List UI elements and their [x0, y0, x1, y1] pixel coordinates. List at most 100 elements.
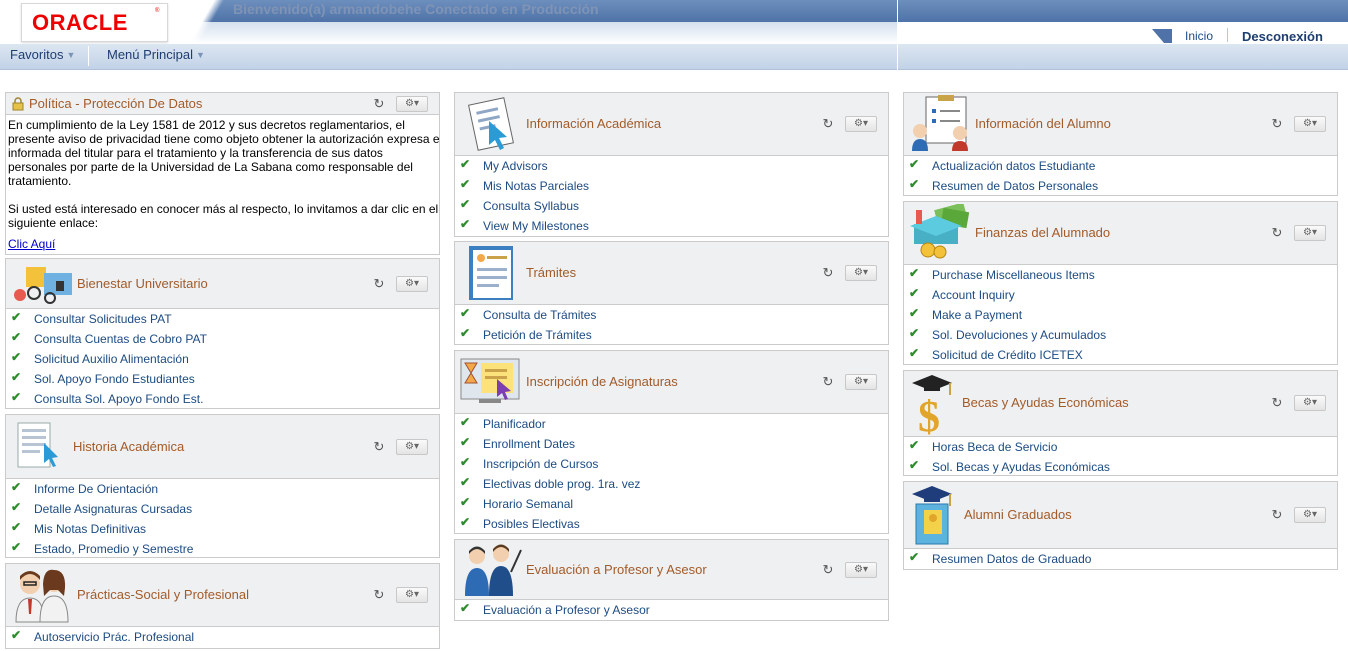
list-item: ✔ My Advisors	[455, 156, 888, 176]
registered-mark-icon: ®	[155, 8, 160, 14]
list-item: ✔ Actualización datos Estudiante	[904, 156, 1337, 176]
link-notas-parciales[interactable]: Mis Notas Parciales	[483, 179, 589, 193]
link-estado-promedio[interactable]: Estado, Promedio y Semestre	[34, 542, 193, 556]
link-horario-semanal[interactable]: Horario Semanal	[483, 497, 573, 511]
check-icon: ✔	[909, 306, 920, 320]
check-icon: ✔	[460, 177, 471, 191]
link-actualizacion-datos[interactable]: Actualización datos Estudiante	[932, 159, 1095, 173]
check-icon: ✔	[909, 438, 920, 452]
pagelet-title: Información del Alumno	[975, 116, 1111, 131]
policy-paragraph-2: Si usted está interesado en conocer más …	[8, 202, 439, 230]
pagelet-title: Historia Académica	[73, 439, 185, 454]
options-gear-button[interactable]: ⚙▾	[845, 265, 877, 281]
favorites-menu[interactable]: Favoritos ▼	[10, 47, 75, 62]
check-icon: ✔	[460, 601, 471, 615]
home-link[interactable]: Inicio	[1185, 29, 1213, 43]
refresh-icon[interactable]: ↻	[821, 563, 835, 577]
alumni-icon	[912, 486, 952, 545]
options-gear-button[interactable]: ⚙▾	[396, 96, 428, 112]
options-gear-button[interactable]: ⚙▾	[845, 116, 877, 132]
link-credito-icetex[interactable]: Solicitud de Crédito ICETEX	[932, 348, 1083, 362]
refresh-icon[interactable]: ↻	[821, 375, 835, 389]
refresh-icon[interactable]: ↻	[821, 117, 835, 131]
list-item: ✔ Inscripción de Cursos	[455, 454, 888, 474]
link-apoyo-fondo[interactable]: Sol. Apoyo Fondo Estudiantes	[34, 372, 195, 386]
list-item: ✔ Sol. Apoyo Fondo Estudiantes	[6, 369, 439, 389]
link-notas-definitivas[interactable]: Mis Notas Definitivas	[34, 522, 146, 536]
link-consulta-cuentas-cobro[interactable]: Consulta Cuentas de Cobro PAT	[34, 332, 207, 346]
list-item: ✔ Autoservicio Prác. Profesional	[6, 627, 439, 647]
bienestar-pagelet: Bienestar Universitario ↻ ⚙▾ ✔ Consultar …	[5, 258, 440, 409]
right-band	[898, 0, 1348, 22]
pagelet-title: Finanzas del Alumnado	[975, 225, 1111, 240]
refresh-icon[interactable]: ↻	[372, 97, 386, 111]
link-consultar-solicitudes-pat[interactable]: Consultar Solicitudes PAT	[34, 312, 172, 326]
svg-text:$: $	[918, 392, 940, 435]
list-item: ✔ Solicitud de Crédito ICETEX	[904, 345, 1337, 364]
options-gear-button[interactable]: ⚙▾	[396, 439, 428, 455]
list-item: ✔ Sol. Becas y Ayudas Económicas	[904, 457, 1337, 475]
link-consulta-syllabus[interactable]: Consulta Syllabus	[483, 199, 579, 213]
tramites-pagelet: Trámites ↻ ⚙▾ ✔ Consulta de Trámites ✔ Pet…	[454, 241, 889, 345]
link-view-milestones[interactable]: View My Milestones	[483, 219, 589, 233]
options-gear-button[interactable]: ⚙▾	[1294, 507, 1326, 523]
refresh-icon[interactable]: ↻	[1270, 117, 1284, 131]
link-autoservicio-practica[interactable]: Autoservicio Prác. Profesional	[34, 630, 194, 644]
check-icon: ✔	[909, 326, 920, 340]
link-informe-orientacion[interactable]: Informe De Orientación	[34, 482, 158, 496]
pagelet-header: Información Académica ↻ ⚙▾	[455, 93, 888, 156]
check-icon: ✔	[11, 500, 22, 514]
options-gear-button[interactable]: ⚙▾	[1294, 116, 1326, 132]
check-icon: ✔	[909, 286, 920, 300]
options-gear-button[interactable]: ⚙▾	[396, 587, 428, 603]
options-gear-button[interactable]: ⚙▾	[1294, 225, 1326, 241]
link-planificador[interactable]: Planificador	[483, 417, 546, 431]
policy-link[interactable]: Clic Aquí	[8, 237, 55, 251]
pagelet-title: Becas y Ayudas Económicas	[962, 395, 1129, 410]
options-gear-button[interactable]: ⚙▾	[845, 374, 877, 390]
list-item: ✔ Purchase Miscellaneous Items	[904, 265, 1337, 285]
refresh-icon[interactable]: ↻	[1270, 226, 1284, 240]
options-gear-button[interactable]: ⚙▾	[396, 276, 428, 292]
link-horas-beca[interactable]: Horas Beca de Servicio	[932, 440, 1057, 454]
link-peticion-tramites[interactable]: Petición de Trámites	[483, 328, 592, 342]
link-resumen-datos[interactable]: Resumen de Datos Personales	[932, 179, 1098, 193]
link-evaluacion-profesor[interactable]: Evaluación a Profesor y Asesor	[483, 603, 650, 617]
link-sol-becas[interactable]: Sol. Becas y Ayudas Económicas	[932, 460, 1110, 474]
check-icon: ✔	[460, 326, 471, 340]
link-auxilio-alimentacion[interactable]: Solicitud Auxilio Alimentación	[34, 352, 189, 366]
teachers-icon	[465, 544, 522, 596]
refresh-icon[interactable]: ↻	[372, 440, 386, 454]
refresh-icon[interactable]: ↻	[821, 266, 835, 280]
info-alumno-pagelet: Información del Alumno ↻ ⚙▾ ✔ Actualizaci…	[903, 92, 1338, 196]
link-consulta-apoyo-fondo[interactable]: Consulta Sol. Apoyo Fondo Est.	[34, 392, 203, 406]
link-devoluciones[interactable]: Sol. Devoluciones y Acumulados	[932, 328, 1106, 342]
link-detalle-asignaturas[interactable]: Detalle Asignaturas Cursadas	[34, 502, 192, 516]
link-resumen-graduado[interactable]: Resumen Datos de Graduado	[932, 552, 1091, 566]
link-consulta-tramites[interactable]: Consulta de Trámites	[483, 308, 596, 322]
link-enrollment-dates[interactable]: Enrollment Dates	[483, 437, 575, 451]
refresh-icon[interactable]: ↻	[1270, 508, 1284, 522]
link-inscripcion-cursos[interactable]: Inscripción de Cursos	[483, 457, 598, 471]
academic-info-icon	[468, 97, 514, 151]
wellbeing-icon	[14, 267, 72, 304]
list-item: ✔ Posibles Electivas	[455, 514, 888, 533]
refresh-icon[interactable]: ↻	[1270, 396, 1284, 410]
link-purchase-misc[interactable]: Purchase Miscellaneous Items	[932, 268, 1095, 282]
refresh-icon[interactable]: ↻	[372, 588, 386, 602]
welcome-message: Bienvenido(a) armandobehe Conectado en P…	[233, 1, 599, 17]
options-gear-button[interactable]: ⚙▾	[845, 562, 877, 578]
options-gear-button[interactable]: ⚙▾	[1294, 395, 1326, 411]
link-electivas-doble[interactable]: Electivas doble prog. 1ra. vez	[483, 477, 640, 491]
link-my-advisors[interactable]: My Advisors	[483, 159, 548, 173]
pagelet-header: Bienestar Universitario ↻ ⚙▾	[6, 259, 439, 309]
link-make-payment[interactable]: Make a Payment	[932, 308, 1022, 322]
link-posibles-electivas[interactable]: Posibles Electivas	[483, 517, 580, 531]
list-item: ✔ View My Milestones	[455, 216, 888, 236]
refresh-icon[interactable]: ↻	[372, 277, 386, 291]
logout-link[interactable]: Desconexión	[1242, 29, 1323, 44]
pagelet-header: Historia Académica ↻ ⚙▾	[6, 415, 439, 479]
pagelet-header: $ Becas y Ayudas Económicas ↻ ⚙▾	[904, 371, 1337, 437]
link-account-inquiry[interactable]: Account Inquiry	[932, 288, 1015, 302]
main-menu[interactable]: Menú Principal ▼	[107, 47, 205, 62]
